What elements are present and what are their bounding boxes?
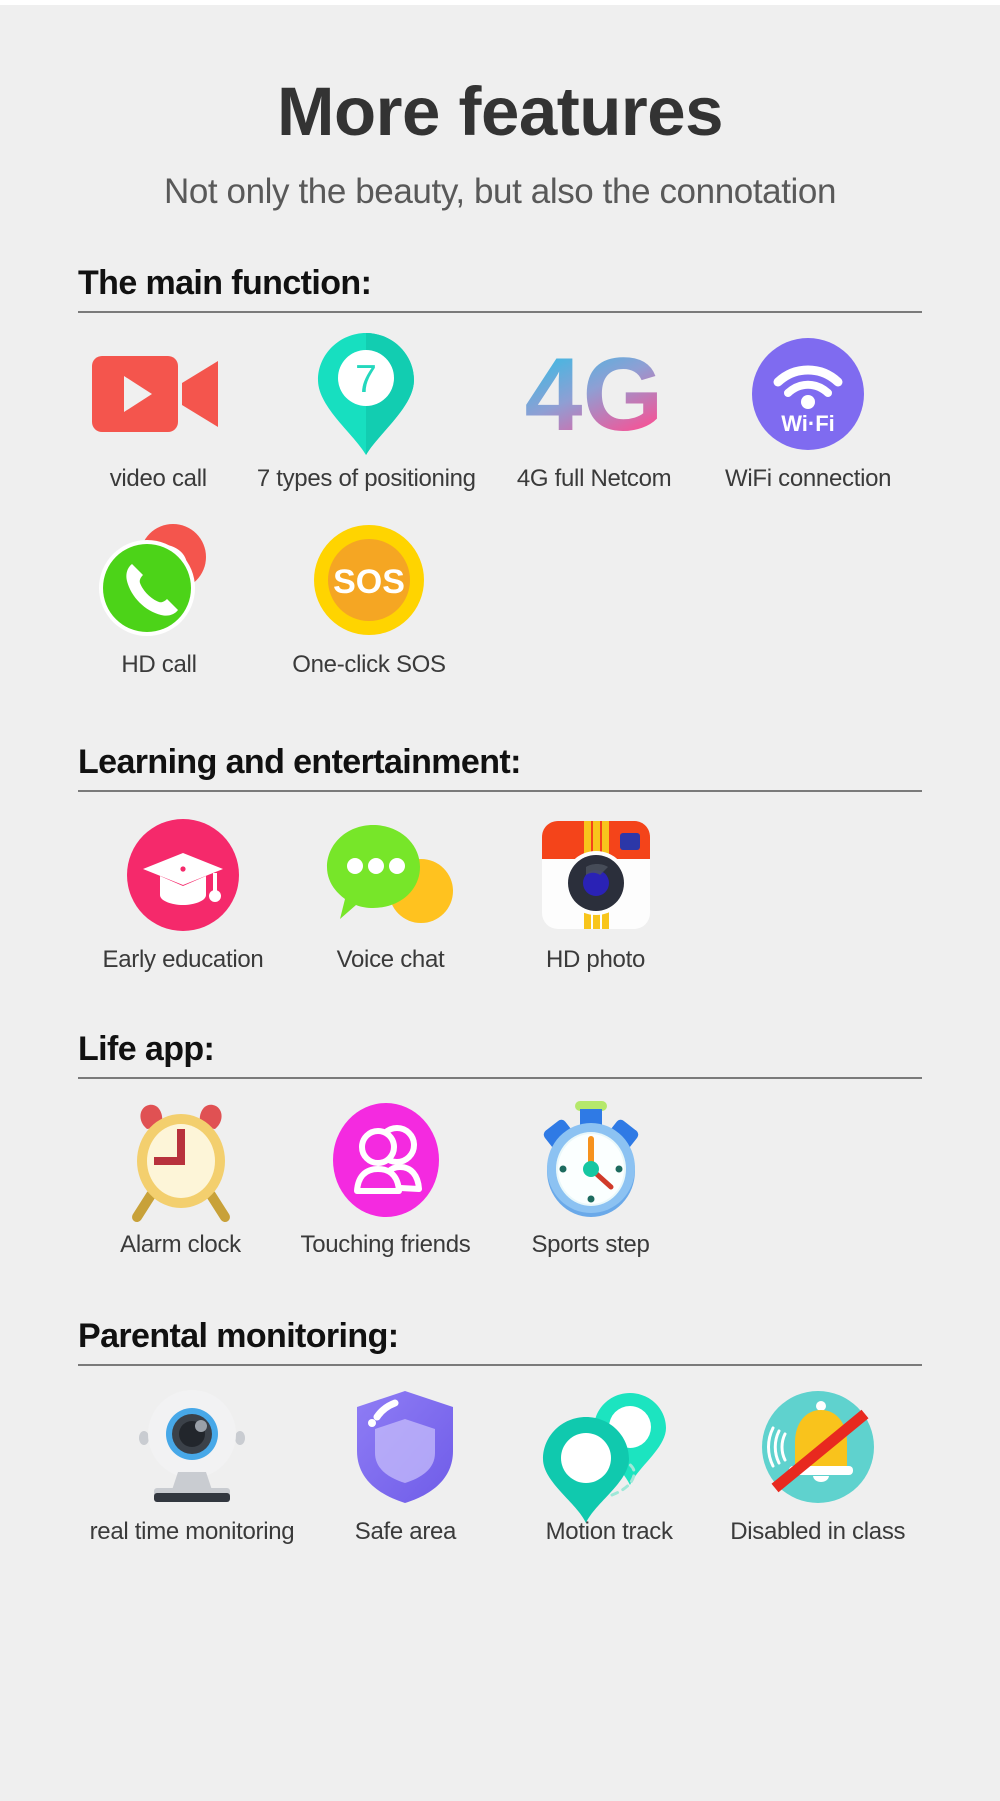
feature-row-main-1: video call 7 7 types of positioning 4G 4…	[78, 333, 922, 493]
feature-label: Motion track	[545, 1518, 673, 1545]
stopwatch-icon	[533, 1101, 649, 1219]
feature-item-hd-call[interactable]: HD call	[78, 521, 240, 679]
feature-label: Voice chat	[336, 946, 445, 973]
feature-row-learning: Early education Voice chat HD photo	[78, 816, 922, 974]
wifi-text: Wi·Fi	[781, 411, 835, 436]
feature-label: Disabled in class	[730, 1518, 906, 1545]
section-life-app: Life app: Alarm clock Touching friends S…	[78, 1030, 922, 1259]
two-people-icon	[327, 1101, 445, 1219]
sos-icon: SOS	[314, 521, 424, 639]
feature-label: 4G full Netcom	[516, 465, 672, 492]
page-subtitle: Not only the beauty, but also the connot…	[163, 172, 837, 211]
feature-label: Early education	[102, 946, 264, 973]
feature-label: One-click SOS	[292, 651, 446, 678]
feature-item-positioning[interactable]: 7 7 types of positioning	[238, 333, 494, 493]
feature-item-disabled-in-class[interactable]: Disabled in class	[713, 1388, 922, 1546]
section-main-function: The main function: video call 7 7 types …	[78, 264, 922, 679]
feature-label: WiFi connection	[724, 465, 892, 492]
shield-icon	[355, 1388, 455, 1506]
feature-label: Alarm clock	[120, 1231, 241, 1258]
bell-disabled-icon	[761, 1388, 875, 1506]
alarm-clock-icon	[121, 1101, 241, 1222]
feature-item-real-time-monitoring[interactable]: real time monitoring	[78, 1388, 306, 1546]
section-divider	[78, 311, 922, 313]
retro-camera-icon	[540, 816, 652, 934]
wifi-icon: Wi·Fi	[752, 335, 865, 453]
four-g-icon: 4G	[509, 335, 679, 453]
pin-badge-number: 7	[355, 358, 377, 401]
feature-row-parental: real time monitoring Safe area Motion tr…	[78, 1388, 922, 1546]
feature-item-voice-chat[interactable]: Voice chat	[288, 816, 493, 974]
sos-text: SOS	[333, 563, 405, 601]
feature-item-early-education[interactable]: Early education	[78, 816, 288, 974]
feature-label: HD call	[121, 651, 197, 678]
graduation-cap-icon	[127, 816, 239, 934]
feature-row-main-2: HD call SOS One-click SOS	[78, 521, 922, 679]
feature-row-life: Alarm clock Touching friends Sports step	[78, 1101, 922, 1259]
four-g-text: 4G	[525, 337, 664, 453]
section-title-parental: Parental monitoring:	[78, 1317, 399, 1355]
feature-item-motion-track[interactable]: Motion track	[505, 1388, 714, 1546]
feature-item-wifi[interactable]: Wi·Fi WiFi connection	[694, 335, 922, 493]
phone-call-icon	[95, 521, 223, 639]
section-divider	[78, 1364, 922, 1366]
speech-bubbles-icon	[326, 816, 456, 934]
section-parental-monitoring: Parental monitoring: real time monitorin…	[78, 1317, 922, 1546]
section-title-life-app: Life app:	[78, 1030, 215, 1068]
feature-item-alarm-clock[interactable]: Alarm clock	[78, 1101, 283, 1259]
feature-label: Touching friends	[300, 1231, 471, 1258]
page-title: More features	[277, 73, 723, 150]
section-title-main-function: The main function:	[78, 264, 372, 302]
section-divider	[78, 1077, 922, 1079]
feature-label: Safe area	[354, 1518, 457, 1545]
section-title-learning: Learning and entertainment:	[78, 743, 521, 781]
feature-label: video call	[109, 465, 207, 492]
feature-item-sos[interactable]: SOS One-click SOS	[240, 521, 498, 679]
feature-item-safe-area[interactable]: Safe area	[306, 1388, 505, 1546]
feature-item-video-call[interactable]: video call	[78, 335, 238, 493]
motion-track-pins-icon	[543, 1388, 674, 1523]
feature-label: real time monitoring	[89, 1518, 295, 1545]
video-camera-icon	[92, 335, 224, 453]
webcam-icon	[132, 1388, 252, 1506]
feature-page: More features Not only the beauty, but a…	[0, 0, 1000, 1801]
section-learning-entertainment: Learning and entertainment: Early educat…	[78, 743, 922, 974]
feature-label: Sports step	[531, 1231, 650, 1258]
feature-label: 7 types of positioning	[256, 465, 476, 492]
feature-item-4g[interactable]: 4G 4G full Netcom	[494, 335, 694, 493]
map-pin-seven-icon: 7	[318, 333, 415, 455]
feature-item-hd-photo[interactable]: HD photo	[493, 816, 698, 974]
section-divider	[78, 790, 922, 792]
feature-item-sports-step[interactable]: Sports step	[488, 1101, 693, 1259]
feature-item-touching-friends[interactable]: Touching friends	[283, 1101, 488, 1259]
feature-label: HD photo	[546, 946, 645, 973]
